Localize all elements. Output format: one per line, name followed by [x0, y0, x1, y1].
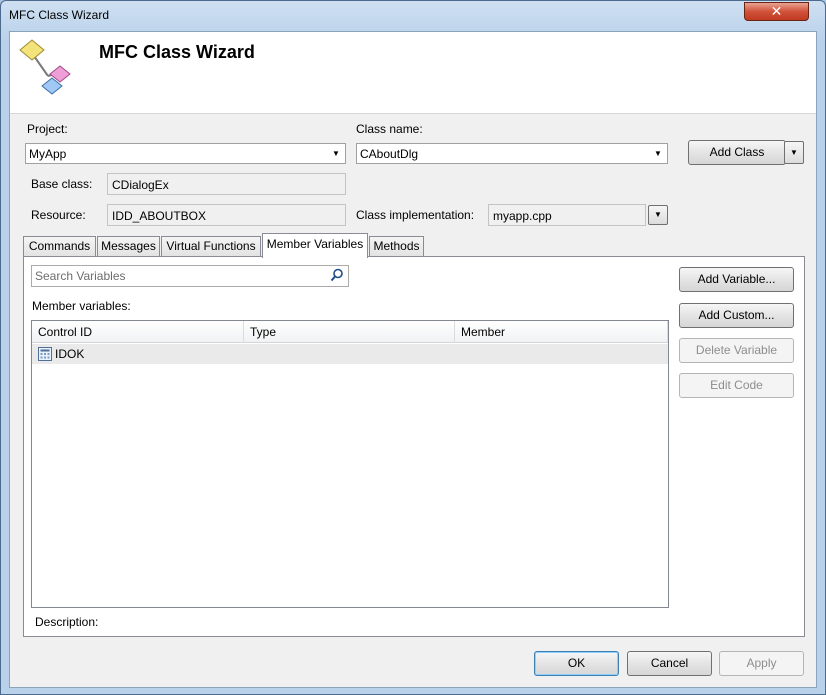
class-implementation-label: Class implementation: [356, 208, 475, 222]
chevron-down-icon: ▼ [654, 210, 662, 219]
class-implementation-value: myapp.cpp [493, 209, 552, 223]
resource-label: Resource: [31, 208, 86, 222]
row-control-id: IDOK [55, 347, 85, 361]
apply-button[interactable]: Apply [719, 651, 804, 676]
project-label: Project: [27, 122, 68, 136]
column-header-member[interactable]: Member [455, 321, 668, 343]
member-variables-list[interactable]: Control ID Type Member IDOK [31, 320, 669, 608]
description-label: Description: [35, 615, 99, 629]
search-variables-input[interactable]: Search Variables [31, 265, 349, 287]
table-row[interactable]: IDOK [32, 344, 668, 364]
list-header: Control ID Type Member [32, 321, 668, 343]
search-placeholder: Search Variables [35, 269, 126, 283]
add-variable-button[interactable]: Add Variable... [679, 267, 794, 292]
delete-variable-button[interactable]: Delete Variable [679, 338, 794, 363]
class-name-value: CAboutDlg [360, 147, 419, 161]
project-combo[interactable]: MyApp ▼ [25, 143, 346, 164]
member-variables-panel: Search Variables Member variables: Contr… [23, 256, 805, 637]
dialog-client-area: MFC Class Wizard Project: MyApp ▼ Class … [9, 31, 817, 688]
edit-code-button[interactable]: Edit Code [679, 373, 794, 398]
header-banner: MFC Class Wizard [10, 32, 816, 114]
class-name-label: Class name: [356, 122, 423, 136]
chevron-down-icon: ▼ [332, 149, 340, 158]
project-value: MyApp [29, 147, 67, 161]
close-icon: ✕ [770, 3, 783, 19]
class-wizard-icon [19, 39, 71, 95]
banner-title: MFC Class Wizard [99, 42, 255, 62]
ok-button[interactable]: OK [534, 651, 619, 676]
dialog-window: MFC Class Wizard ✕ MFC Class Wizard Proj… [0, 0, 826, 695]
chevron-down-icon: ▼ [654, 149, 662, 158]
base-class-field: CDialogEx [107, 173, 346, 195]
close-button[interactable]: ✕ [744, 2, 809, 21]
tab-virtual-functions[interactable]: Virtual Functions [161, 236, 261, 257]
resource-field: IDD_ABOUTBOX [107, 204, 346, 226]
member-variables-label: Member variables: [32, 299, 131, 313]
title-bar[interactable]: MFC Class Wizard ✕ [1, 1, 825, 31]
chevron-down-icon: ▼ [790, 148, 798, 157]
resource-value: IDD_ABOUTBOX [112, 209, 207, 223]
add-class-button[interactable]: Add Class [688, 140, 786, 165]
column-header-type[interactable]: Type [244, 321, 455, 343]
column-header-control-id[interactable]: Control ID [32, 321, 244, 343]
search-icon [330, 268, 343, 282]
class-implementation-dropdown[interactable]: ▼ [648, 205, 668, 225]
tab-messages[interactable]: Messages [97, 236, 160, 257]
tab-commands[interactable]: Commands [23, 236, 96, 257]
dialog-control-icon [38, 347, 52, 361]
class-name-combo[interactable]: CAboutDlg ▼ [356, 143, 668, 164]
cancel-button[interactable]: Cancel [627, 651, 712, 676]
base-class-label: Base class: [31, 177, 93, 191]
tab-member-variables[interactable]: Member Variables [262, 233, 368, 258]
base-class-value: CDialogEx [112, 178, 169, 192]
add-custom-button[interactable]: Add Custom... [679, 303, 794, 328]
class-implementation-field[interactable]: myapp.cpp [488, 204, 646, 226]
tab-methods[interactable]: Methods [369, 236, 424, 257]
add-class-dropdown-button[interactable]: ▼ [784, 141, 804, 164]
window-title: MFC Class Wizard [9, 8, 110, 22]
